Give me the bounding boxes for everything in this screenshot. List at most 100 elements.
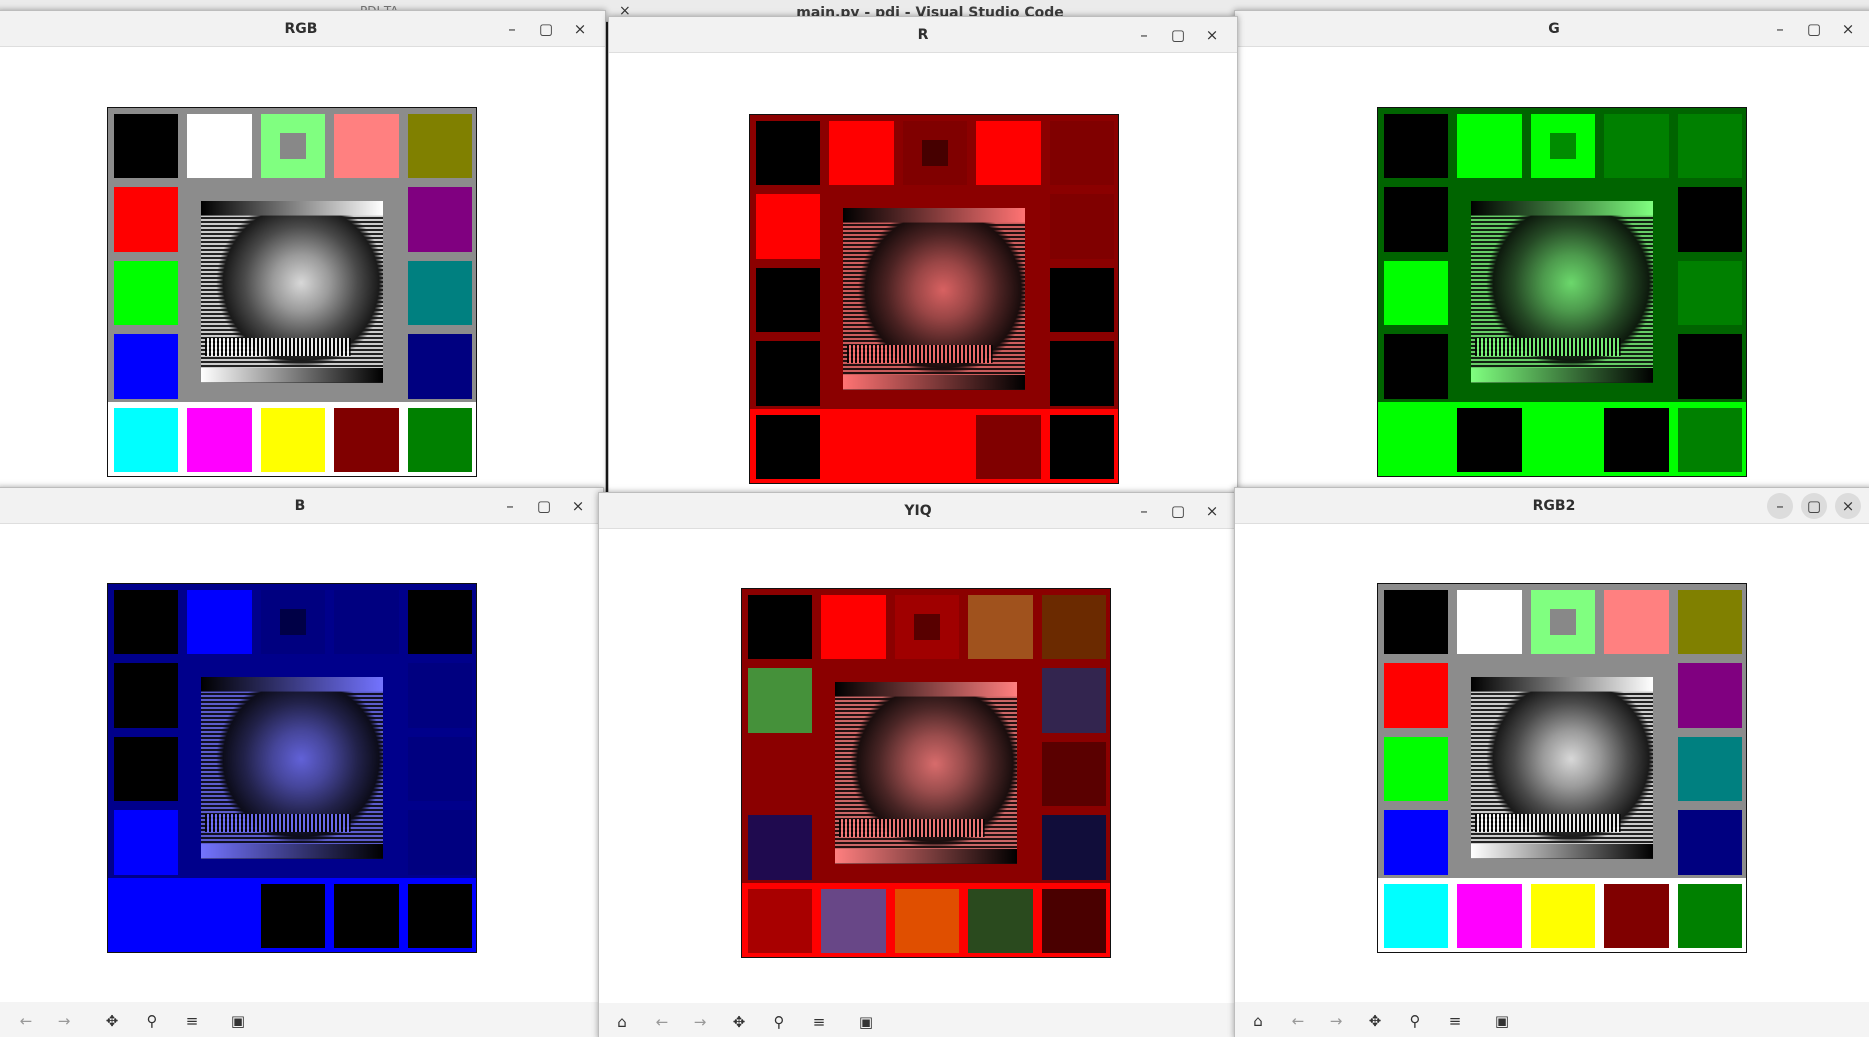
image-plot[interactable] xyxy=(1377,583,1747,953)
configure-icon[interactable]: ≡ xyxy=(810,1013,828,1031)
test-target-center xyxy=(188,664,396,872)
test-target-center xyxy=(1458,188,1666,396)
color-patch xyxy=(1383,334,1448,399)
zoom-icon[interactable]: ⚲ xyxy=(1406,1012,1424,1030)
zoom-icon[interactable]: ⚲ xyxy=(143,1012,161,1030)
title-bar[interactable]: B – ▢ × xyxy=(0,488,603,524)
color-patch xyxy=(1677,883,1743,949)
color-patch xyxy=(1041,815,1107,880)
close-icon[interactable]: × xyxy=(1199,22,1225,48)
minimize-icon[interactable]: – xyxy=(1131,22,1157,48)
save-icon[interactable]: ▣ xyxy=(1493,1012,1511,1030)
color-patch xyxy=(1530,589,1596,654)
color-patch xyxy=(1677,589,1743,654)
inner-square xyxy=(1550,608,1576,635)
image-plot[interactable] xyxy=(107,107,477,477)
image-plot[interactable] xyxy=(749,114,1119,484)
color-patch xyxy=(1677,736,1743,802)
color-patch xyxy=(902,414,968,480)
maximize-icon[interactable]: ▢ xyxy=(531,493,557,519)
figure-window-rgb: RGB – ▢ × xyxy=(0,10,606,498)
forward-icon[interactable]: → xyxy=(1327,1012,1345,1030)
minimize-icon[interactable]: – xyxy=(1131,498,1157,524)
color-patch xyxy=(334,407,399,473)
save-icon[interactable]: ▣ xyxy=(857,1013,875,1031)
color-patch xyxy=(1604,113,1669,178)
color-patch xyxy=(1049,194,1115,259)
home-icon[interactable]: ⌂ xyxy=(1249,1012,1267,1030)
title-bar[interactable]: YIQ – ▢ × xyxy=(599,493,1237,529)
maximize-icon[interactable]: ▢ xyxy=(1165,22,1191,48)
color-patch xyxy=(1677,260,1743,326)
color-patch xyxy=(821,594,886,659)
color-patch xyxy=(1457,407,1522,473)
color-patch xyxy=(747,888,812,954)
minimize-icon[interactable]: – xyxy=(1767,493,1793,519)
test-target-center xyxy=(1458,664,1666,872)
close-icon[interactable]: × xyxy=(1835,493,1861,519)
configure-icon[interactable]: ≡ xyxy=(1446,1012,1464,1030)
color-patch xyxy=(187,113,252,178)
home-icon[interactable]: ⌂ xyxy=(613,1013,631,1031)
forward-icon[interactable]: → xyxy=(691,1013,709,1031)
maximize-icon[interactable]: ▢ xyxy=(1801,493,1827,519)
inner-square xyxy=(914,613,940,640)
title-bar[interactable]: RGB2– ▢ × xyxy=(1235,488,1869,524)
save-icon[interactable]: ▣ xyxy=(229,1012,247,1030)
color-patch xyxy=(113,810,178,875)
image-plot[interactable] xyxy=(107,583,477,953)
image-plot[interactable] xyxy=(1377,107,1747,477)
title-bar[interactable]: G – ▢ × xyxy=(1235,11,1869,47)
color-patch xyxy=(1677,663,1743,728)
zoom-icon[interactable]: ⚲ xyxy=(770,1013,788,1031)
color-patch xyxy=(1383,407,1448,473)
color-patch xyxy=(334,113,399,178)
color-patch xyxy=(755,414,820,480)
color-patch xyxy=(113,334,178,399)
color-patch xyxy=(894,594,960,659)
color-patch xyxy=(976,414,1041,480)
color-patch xyxy=(260,113,326,178)
color-patch xyxy=(1041,594,1107,659)
close-icon[interactable]: × xyxy=(1835,16,1861,42)
color-patch xyxy=(1677,334,1743,399)
pan-icon[interactable]: ✥ xyxy=(103,1012,121,1030)
color-patch xyxy=(113,187,178,252)
color-patch xyxy=(407,736,473,802)
navigation-toolbar: ← → ✥ ⚲ ≡ ▣ xyxy=(0,1002,603,1037)
minimize-icon[interactable]: – xyxy=(499,16,525,42)
title-bar[interactable]: RGB – ▢ × xyxy=(0,11,605,47)
pan-icon[interactable]: ✥ xyxy=(1366,1012,1384,1030)
color-patch xyxy=(1049,267,1115,333)
forward-icon[interactable]: → xyxy=(55,1012,73,1030)
close-icon[interactable]: × xyxy=(565,493,591,519)
back-icon[interactable]: ← xyxy=(17,1012,35,1030)
minimize-icon[interactable]: – xyxy=(497,493,523,519)
maximize-icon[interactable]: ▢ xyxy=(533,16,559,42)
back-icon[interactable]: ← xyxy=(653,1013,671,1031)
color-patch xyxy=(260,407,326,473)
navigation-toolbar: ⌂ ← → ✥ ⚲ ≡ ▣ xyxy=(1235,1002,1869,1037)
close-icon[interactable]: × xyxy=(1199,498,1225,524)
back-icon[interactable]: ← xyxy=(1289,1012,1307,1030)
figure-window-b: B – ▢ × ← → ✥ ⚲ ≡ ▣ xyxy=(0,487,604,1037)
title-bar[interactable]: R – ▢ × xyxy=(609,17,1237,53)
color-patch xyxy=(113,589,178,654)
maximize-icon[interactable]: ▢ xyxy=(1801,16,1827,42)
image-plot[interactable] xyxy=(741,588,1111,958)
color-patch xyxy=(407,883,473,949)
color-patch xyxy=(1041,668,1107,733)
color-patch xyxy=(113,736,178,802)
maximize-icon[interactable]: ▢ xyxy=(1165,498,1191,524)
color-patch xyxy=(1604,407,1669,473)
close-icon[interactable]: × xyxy=(567,16,593,42)
color-patch xyxy=(334,589,399,654)
color-patch xyxy=(1457,589,1522,654)
minimize-icon[interactable]: – xyxy=(1767,16,1793,42)
color-patch xyxy=(968,594,1033,659)
color-patch xyxy=(113,663,178,728)
color-patch xyxy=(1383,260,1448,326)
pan-icon[interactable]: ✥ xyxy=(730,1013,748,1031)
configure-icon[interactable]: ≡ xyxy=(183,1012,201,1030)
color-patch xyxy=(187,407,252,473)
